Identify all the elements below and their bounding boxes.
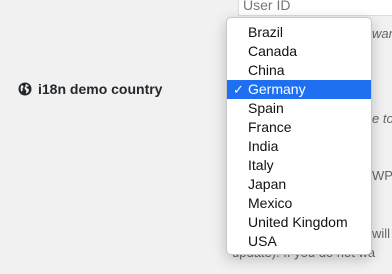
country-option[interactable]: China [227,61,371,80]
country-option-label: Spain [248,100,284,116]
country-option[interactable]: Spain [227,99,371,118]
globe-icon [18,82,32,96]
country-option-label: Japan [248,176,287,192]
country-option-label: India [248,138,279,154]
country-option-label: France [248,119,292,135]
country-option[interactable]: Italy [227,156,371,175]
country-option-label: Brazil [248,24,284,40]
checkmark-icon: ✓ [233,82,244,97]
description-fragment-3: WP [372,168,392,183]
country-option-label: Italy [248,157,274,173]
country-option[interactable]: USA [227,232,371,251]
country-option[interactable]: Canada [227,42,371,61]
country-option-label: Mexico [248,195,293,211]
country-option-label: China [248,62,285,78]
country-option-label: USA [248,233,277,249]
country-option-label: United Kingdom [248,214,348,230]
country-setting-label: i18n demo country [18,79,162,99]
country-dropdown-menu[interactable]: Brazil Canada China ✓ Germany Spain France Indi… [226,17,372,255]
country-option[interactable]: Brazil [227,23,371,42]
description-fragment-2: e to [372,111,392,126]
country-option[interactable]: India [227,137,371,156]
country-option-label: Germany [248,81,306,97]
country-option[interactable]: Mexico [227,194,371,213]
country-option[interactable]: United Kingdom [227,213,371,232]
country-option-label: Canada [248,43,298,59]
user-id-placeholder: User ID [243,0,291,13]
country-option[interactable]: France [227,118,371,137]
row-label-text: i18n demo country [38,81,163,97]
description-fragment-1: wan [372,26,392,41]
description-fragment-4: will [372,226,391,241]
country-option[interactable]: Japan [227,175,371,194]
country-option[interactable]: ✓ Germany [227,80,371,99]
